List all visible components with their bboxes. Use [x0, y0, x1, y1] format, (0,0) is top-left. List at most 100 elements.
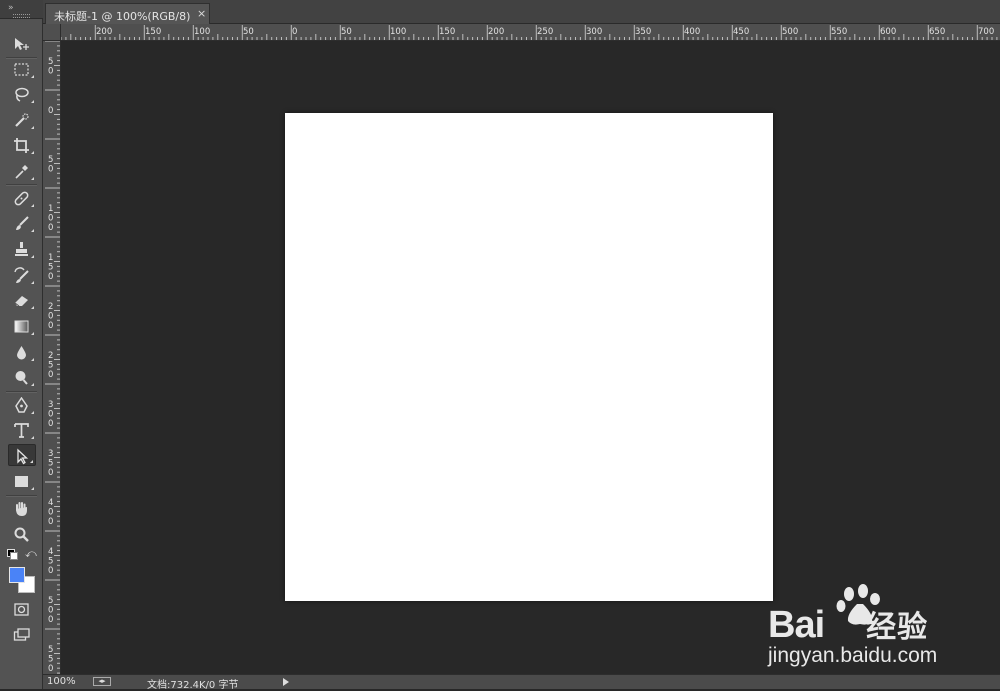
ruler-origin[interactable] [43, 24, 61, 41]
marquee-tool[interactable] [8, 58, 36, 80]
ruler-label: 700 [978, 27, 994, 37]
quick-select-tool[interactable] [8, 109, 36, 131]
panel-grip[interactable] [13, 14, 30, 18]
eyedropper-tool[interactable] [8, 160, 36, 182]
status-info-icon[interactable]: ◂▸ [93, 677, 111, 686]
lasso-tool[interactable] [8, 83, 36, 105]
pen-icon [15, 397, 28, 413]
document-tab-title: 未标题-1 @ 100%(RGB/8) [54, 10, 191, 23]
ruler-label: 0 [48, 106, 53, 116]
toolbar-separator [6, 391, 37, 393]
ruler-label: 0 [292, 27, 297, 37]
eraser-icon [14, 296, 28, 307]
blur-tool[interactable] [8, 341, 36, 363]
path-select-tool[interactable] [8, 444, 36, 466]
move-tool[interactable] [8, 33, 36, 55]
swap-colors-icon[interactable]: ⤺ [25, 547, 37, 561]
ruler-label: 2 [48, 351, 53, 361]
history-brush-tool[interactable] [8, 264, 36, 286]
document-canvas[interactable] [285, 113, 773, 601]
dodge-icon [15, 371, 28, 385]
horizontal-ruler[interactable]: 200 150 100 50 0 50 100 150 200 250 300 350 400 450 50… [61, 24, 1000, 41]
crop-tool[interactable] [8, 134, 36, 156]
ruler-label: 400 [684, 27, 700, 37]
watermark-brand: Bai 经验 [768, 602, 928, 647]
status-menu-arrow-icon[interactable] [283, 678, 289, 686]
foreground-color-swatch[interactable] [9, 567, 25, 583]
vertical-ruler[interactable]: 50050100150200250300350400450500550 [43, 41, 61, 674]
document-tab[interactable]: 未标题-1 @ 100%(RGB/8) × [45, 3, 210, 24]
ruler-label: 3 [48, 449, 53, 459]
ruler-label: 0 [48, 664, 53, 674]
gradient-tool[interactable] [8, 315, 36, 337]
ruler-label: 600 [880, 27, 896, 37]
hand-tool[interactable] [8, 498, 36, 520]
horizontal-ruler-scale: 200 150 100 50 0 50 100 150 200 250 300 350 400 450 50… [61, 25, 998, 40]
ruler-label: 5 [48, 596, 53, 606]
baidu-jingyan-watermark: Bai 经验 jingyan.baidu.com [765, 580, 985, 670]
ruler-label: 650 [929, 27, 945, 37]
screen-mode-icon [13, 628, 30, 641]
ruler-label: 1 [48, 204, 53, 214]
gradient-icon [14, 320, 29, 333]
ruler-label: 5 [48, 557, 53, 567]
tools-panel-header[interactable]: » [0, 0, 43, 19]
eyedropper-icon [15, 165, 28, 179]
ruler-label: 5 [48, 645, 53, 655]
ruler-label: 0 [48, 517, 53, 527]
ruler-label: 200 [488, 27, 504, 37]
ruler-label: 200 [96, 27, 112, 37]
rect-marquee-icon [14, 63, 29, 76]
type-icon [14, 423, 29, 438]
type-tool[interactable] [8, 419, 36, 441]
magnifier-icon [14, 527, 29, 542]
drop-icon [17, 346, 26, 360]
ruler-label: 50 [341, 27, 352, 37]
ruler-label: 0 [48, 410, 53, 420]
dodge-tool[interactable] [8, 366, 36, 388]
ruler-label: 0 [48, 508, 53, 518]
ruler-label: 300 [586, 27, 602, 37]
tools-panel: » ⤺ [0, 0, 43, 689]
zoom-level[interactable]: 100% [47, 676, 76, 687]
watermark-brand-text: Bai [768, 604, 825, 646]
ruler-label: 5 [48, 57, 53, 67]
default-colors-icon[interactable] [7, 549, 18, 560]
ruler-label: 5 [48, 459, 53, 469]
ruler-label: 4 [48, 498, 53, 508]
arrow-select-icon [17, 448, 29, 465]
quick-mask-button[interactable] [8, 598, 36, 620]
ruler-label: 1 [48, 253, 53, 263]
lasso-icon [15, 87, 29, 102]
collapse-icon[interactable]: » [8, 3, 13, 13]
ruler-label: 100 [390, 27, 406, 37]
ruler-label: 5 [48, 155, 53, 165]
eraser-tool[interactable] [8, 289, 36, 311]
brush-tool[interactable] [8, 212, 36, 234]
quick-select-icon [15, 113, 29, 127]
crop-icon [14, 138, 29, 153]
move-icon [15, 38, 29, 50]
close-icon[interactable]: × [197, 7, 206, 20]
ruler-label: 3 [48, 400, 53, 410]
ruler-label: 0 [48, 214, 53, 224]
clone-stamp-tool[interactable] [8, 238, 36, 260]
ruler-label: 0 [48, 312, 53, 322]
healing-brush-tool[interactable] [8, 187, 36, 209]
watermark-url: jingyan.baidu.com [768, 644, 938, 667]
zoom-tool[interactable] [8, 523, 36, 545]
screen-mode-button[interactable] [8, 623, 36, 645]
vertical-ruler-scale: 50050100150200250300350400450500550 [45, 41, 60, 674]
ruler-label: 100 [194, 27, 210, 37]
ruler-label: 150 [145, 27, 161, 37]
ruler-label: 5 [48, 263, 53, 273]
ruler-label: 550 [831, 27, 847, 37]
brush-icon [16, 216, 29, 230]
pen-tool[interactable] [8, 394, 36, 416]
ruler-label: 500 [782, 27, 798, 37]
ruler-label: 0 [48, 223, 53, 233]
rectangle-tool[interactable] [8, 470, 36, 492]
status-bar: 100% ◂▸ 文档:732.4K/0 字节 [43, 674, 1000, 691]
ruler-label: 5 [48, 655, 53, 665]
history-brush-icon [14, 267, 29, 283]
